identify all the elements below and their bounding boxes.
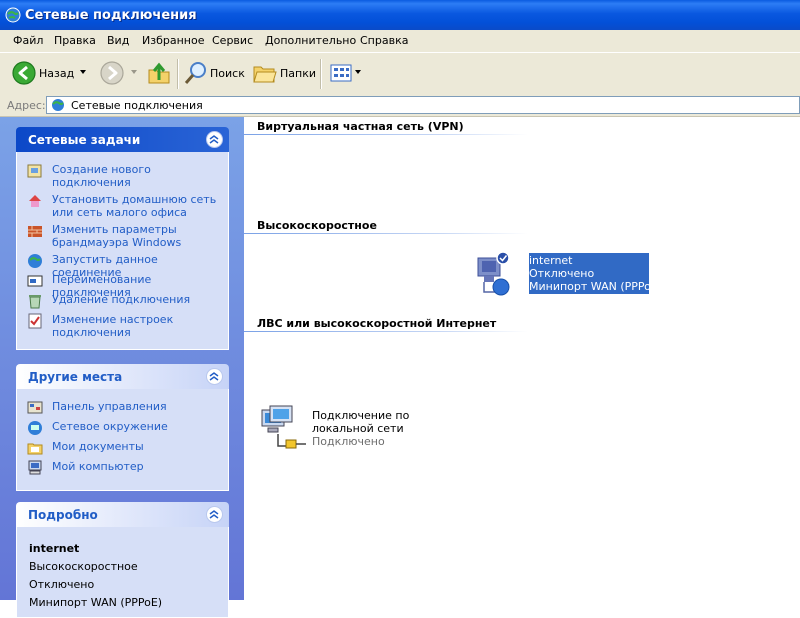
group-divider (244, 331, 528, 332)
internet-name: internet (529, 254, 573, 267)
menu-help[interactable]: Справка (360, 34, 408, 47)
firewall-icon (28, 226, 42, 237)
details-type: Высокоскоростное (29, 560, 138, 573)
details-name: internet (29, 542, 80, 555)
address-label: Адрес: (7, 99, 46, 112)
details-status: Отключено (29, 578, 95, 591)
search-icon[interactable] (183, 59, 209, 87)
folder-up-icon[interactable] (147, 59, 171, 87)
rename-icon (27, 275, 43, 287)
menu-bar: Файл Правка Вид Избранное Сервис Дополни… (0, 30, 800, 53)
collapse-chevron-icon[interactable] (206, 131, 223, 148)
address-value: Сетевые подключения (71, 99, 203, 112)
menu-edit[interactable]: Правка (54, 34, 96, 47)
task-pane: Сетевые задачи Создание нового подключен… (0, 117, 244, 618)
control-panel-icon (27, 401, 43, 414)
settings-checklist-icon (28, 313, 42, 329)
title-bar[interactable]: Сетевые подключения (0, 0, 800, 30)
lan-connection-label[interactable]: Подключение по локальной сети Подключено (312, 409, 462, 448)
other-places-body: Панель управления Сетевое окружение Мои … (16, 389, 229, 491)
menu-file[interactable]: Файл (13, 34, 43, 47)
internet-status: Отключено (529, 267, 595, 280)
search-button-label[interactable]: Поиск (210, 67, 245, 80)
other-places-header[interactable]: Другие места (16, 364, 229, 389)
globe-icon (28, 254, 42, 268)
group-header-lan: ЛВС или высокоскоростной Интернет (257, 317, 497, 330)
lan-connection-item[interactable] (260, 404, 310, 452)
internet-connection-item[interactable] (476, 250, 510, 298)
toolbar-separator (177, 59, 179, 89)
other-places-panel: Другие места Панель управления Сетевое о… (16, 364, 229, 491)
views-dropdown-icon[interactable] (355, 70, 361, 74)
toolbar-separator (320, 59, 322, 89)
folders-button-label[interactable]: Папки (280, 67, 316, 80)
back-button-label[interactable]: Назад (39, 67, 74, 80)
details-device: Минипорт WAN (PPPoE) (29, 596, 163, 609)
broadband-connection-icon (477, 251, 510, 296)
details-body: internet Высокоскоростное Отключено Мини… (16, 527, 229, 618)
window-title: Сетевые подключения (25, 8, 197, 23)
back-arrow-icon[interactable] (11, 59, 37, 87)
my-documents-icon (27, 443, 43, 455)
new-connection-icon (27, 164, 42, 178)
menu-tools[interactable]: Сервис (212, 34, 253, 47)
forward-arrow-icon[interactable] (99, 59, 125, 87)
views-icon[interactable] (329, 59, 353, 87)
connections-view[interactable]: Виртуальная частная сеть (VPN) Высокоско… (244, 117, 800, 600)
collapse-chevron-icon[interactable] (206, 368, 223, 385)
network-tasks-body: Создание нового подключения Установить д… (16, 152, 229, 350)
lan-name: Подключение по локальной сети (312, 409, 410, 435)
collapse-chevron-icon[interactable] (206, 506, 223, 523)
back-dropdown-icon[interactable] (80, 70, 86, 74)
group-divider (244, 233, 528, 234)
group-header-vpn: Виртуальная частная сеть (VPN) (257, 120, 464, 133)
network-tasks-header[interactable]: Сетевые задачи (16, 127, 229, 152)
address-bar: Адрес: Сетевые подключения (0, 94, 800, 117)
network-tasks-panel: Сетевые задачи Создание нового подключен… (16, 127, 229, 350)
network-connections-icon (5, 7, 21, 23)
toolbar: Назад Поиск Папки (0, 52, 800, 96)
network-connections-icon (52, 99, 64, 111)
lan-connection-icon (261, 405, 306, 449)
address-field[interactable]: Сетевые подключения (46, 96, 800, 114)
menu-advanced[interactable]: Дополнительно (265, 34, 356, 47)
lan-status: Подключено (312, 435, 385, 448)
home-network-icon (29, 195, 41, 207)
internet-connection-label[interactable]: internet Отключено Минипорт WAN (PPPoE) (529, 253, 663, 294)
forward-dropdown-icon[interactable] (131, 70, 137, 74)
folders-icon[interactable] (252, 59, 278, 87)
recycle-bin-icon (29, 295, 41, 309)
menu-view[interactable]: Вид (107, 34, 129, 47)
my-computer-icon (28, 460, 42, 475)
network-neighborhood-icon (28, 421, 42, 435)
group-divider (244, 134, 528, 135)
network-tasks-title: Сетевые задачи (28, 133, 141, 147)
details-panel: Подробно internet Высокоскоростное Отклю… (16, 502, 229, 618)
details-header[interactable]: Подробно (16, 502, 229, 527)
other-places-title: Другие места (28, 370, 123, 384)
internet-device: Минипорт WAN (PPPoE) (529, 280, 663, 293)
menu-favorites[interactable]: Избранное (142, 34, 204, 47)
details-title: Подробно (28, 508, 98, 522)
group-header-broadband: Высокоскоростное (257, 219, 377, 232)
